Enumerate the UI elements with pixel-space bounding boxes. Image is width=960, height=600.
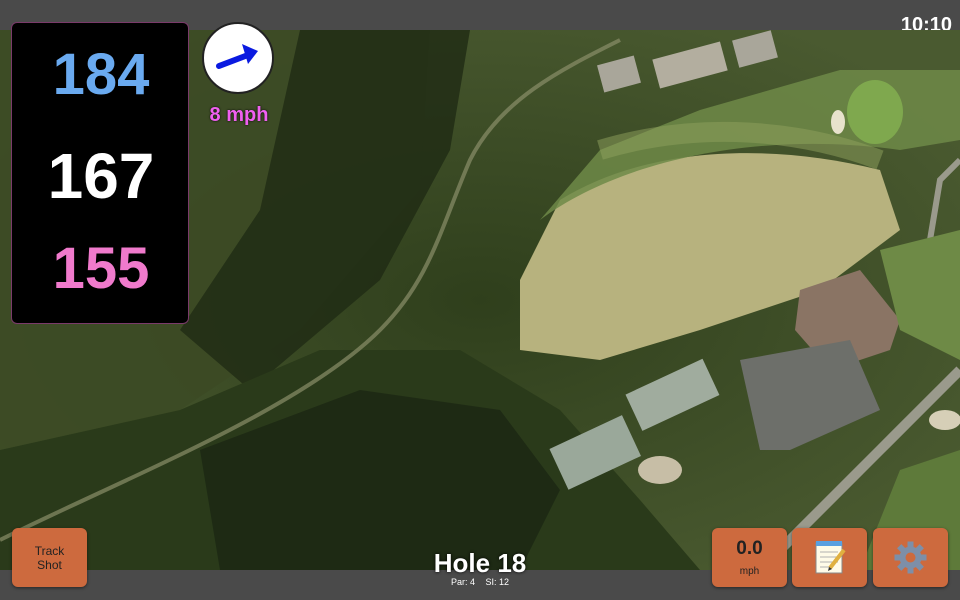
- distance-panel: 184 167 155: [11, 22, 189, 324]
- wind-arrow-icon: [216, 44, 258, 69]
- wind-indicator: [202, 22, 274, 94]
- notes-button[interactable]: [792, 528, 867, 587]
- speed-unit: mph: [739, 566, 760, 577]
- track-shot-button[interactable]: Track Shot: [12, 528, 87, 587]
- speed-button[interactable]: 0.0 mph: [712, 528, 787, 587]
- track-shot-label-line2: Shot: [37, 558, 62, 572]
- back-distance: 184: [52, 42, 150, 107]
- notepad-icon: [815, 541, 846, 574]
- track-shot-label-line1: Track: [34, 544, 65, 558]
- hole-info: Par: 4 SI: 12: [400, 577, 560, 587]
- wind-speed-label: 8 mph: [209, 104, 269, 126]
- front-distance: 155: [52, 236, 150, 301]
- hole-par: Par: 4: [450, 577, 475, 587]
- hole-title: Hole 18: [433, 548, 527, 578]
- settings-button[interactable]: [873, 528, 948, 587]
- hole-stroke-index: SI: 12: [485, 577, 510, 587]
- speed-value: 0.0: [736, 538, 763, 559]
- gear-icon: [894, 541, 927, 574]
- middle-distance: 167: [47, 140, 155, 212]
